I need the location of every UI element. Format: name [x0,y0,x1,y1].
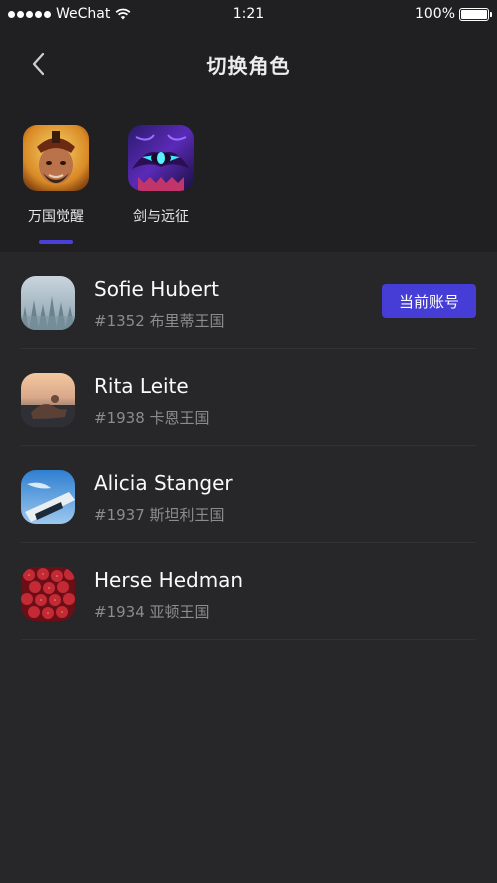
game-tabs: 万国觉醒 剑与远征 [0,98,497,252]
game-icon-afk-arena [128,125,194,191]
role-name: Rita Leite [94,374,189,398]
game-label: 剑与远征 [133,209,189,225]
wifi-icon [115,8,131,20]
role-subtitle: #1938 卡恩王国 [94,409,210,427]
role-item[interactable]: Rita Leite #1938 卡恩王国 [21,349,476,446]
active-tab-indicator [39,240,73,244]
tab-game-2[interactable]: 剑与远征 [121,125,201,226]
battery-percent: 100% [414,6,455,22]
status-bar: WeChat 1:21 100% [0,0,497,28]
role-subtitle: #1352 布里蒂王国 [94,312,225,330]
role-name: Sofie Hubert [94,277,219,301]
nav-bar: 切换角色 [0,28,497,98]
avatar [21,276,75,330]
tab-game-1[interactable]: 万国觉醒 [16,125,96,226]
role-subtitle: #1937 斯坦利王国 [94,506,225,524]
avatar [21,373,75,427]
current-account-button[interactable]: 当前账号 [382,284,476,318]
role-subtitle: #1934 亚顿王国 [94,603,210,621]
battery-icon [459,7,492,21]
role-name: Alicia Stanger [94,471,233,495]
status-right: 100% [414,6,492,22]
avatar [21,470,75,524]
role-list: Sofie Hubert #1352 布里蒂王国 当前账号 Rita Leite [0,252,497,640]
avatar [21,567,75,621]
game-label: 万国觉醒 [28,209,84,225]
signal-icon [8,10,51,18]
status-left: WeChat [8,6,131,22]
carrier-label: WeChat [56,6,111,22]
role-item[interactable]: Herse Hedman #1934 亚顿王国 [21,543,476,640]
role-name: Herse Hedman [94,568,244,592]
battery-level [461,9,487,19]
role-item[interactable]: Sofie Hubert #1352 布里蒂王国 当前账号 [21,252,476,349]
role-item[interactable]: Alicia Stanger #1937 斯坦利王国 [21,446,476,543]
page-title: 切换角色 [206,54,291,78]
game-icon-rise-of-kingdoms [23,125,89,191]
